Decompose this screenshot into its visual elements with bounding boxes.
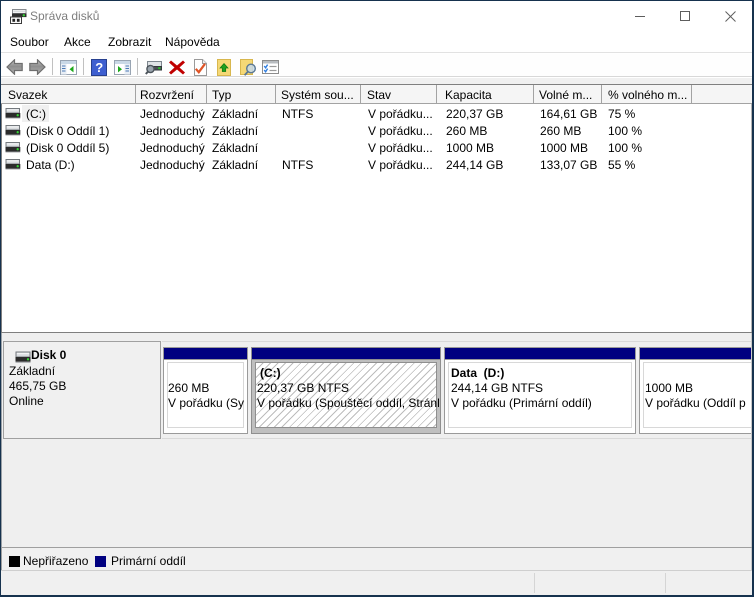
svg-text:?: ? [95, 60, 103, 75]
